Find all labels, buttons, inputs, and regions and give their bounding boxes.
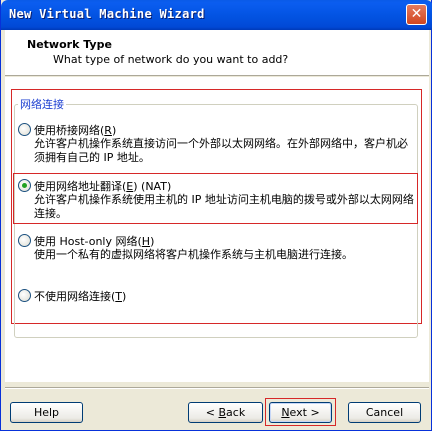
page-subtitle: What type of network do you want to add? — [53, 53, 289, 66]
next-button[interactable]: Next > — [269, 402, 332, 423]
wizard-window: New Virtual Machine Wizard ✕ Network Typ… — [0, 0, 432, 431]
option-host-only[interactable]: 使用 Host-only 网络(H) 使用一个私有的虚拟网络将客户机操作系统与主… — [18, 233, 410, 263]
radio-nat[interactable] — [18, 179, 31, 192]
title-bar[interactable]: New Virtual Machine Wizard ✕ — [1, 0, 432, 30]
option-nat[interactable]: 使用网络地址翻译(E) (NAT) 允许客户机操作系统使用主机的 IP 地址访问… — [18, 178, 414, 220]
radio-host-only[interactable] — [18, 234, 31, 247]
option-host-only-description: 使用一个私有的虚拟网络将客户机操作系统与主机电脑进行连接。 — [34, 248, 353, 261]
option-no-network-label: 不使用网络连接(T) — [34, 290, 127, 303]
option-nat-label: 使用网络地址翻译(E) (NAT) — [34, 180, 172, 193]
window-title: New Virtual Machine Wizard — [9, 7, 205, 21]
option-no-network[interactable]: 不使用网络连接(T) — [18, 288, 410, 304]
option-bridged-label: 使用桥接网络(R) — [34, 124, 117, 137]
button-separator — [5, 387, 429, 389]
wizard-header: Network Type What type of network do you… — [5, 30, 429, 76]
help-button[interactable]: Help — [10, 402, 83, 423]
back-button[interactable]: < Back — [188, 402, 263, 423]
page-title: Network Type — [27, 38, 112, 51]
option-nat-description: 允许客户机操作系统使用主机的 IP 地址访问主机电脑的拨号或外部以太网网络连接。 — [34, 193, 414, 220]
group-legend: 网络连接 — [18, 96, 66, 112]
radio-bridged[interactable] — [18, 123, 31, 136]
option-bridged[interactable]: 使用桥接网络(R) 允许客户机操作系统直接访问一个外部以太网网络。在外部网络中，… — [18, 122, 410, 164]
radio-no-network[interactable] — [18, 289, 31, 302]
close-icon[interactable]: ✕ — [406, 4, 427, 25]
cancel-button[interactable]: Cancel — [348, 402, 421, 423]
content-panel: 网络连接 使用桥接网络(R) 允许客户机操作系统直接访问一个外部以太网网络。在外… — [5, 77, 429, 382]
option-bridged-description: 允许客户机操作系统直接访问一个外部以太网网络。在外部网络中，客户机必须拥有自己的… — [34, 137, 408, 164]
option-host-only-label: 使用 Host-only 网络(H) — [34, 235, 155, 248]
